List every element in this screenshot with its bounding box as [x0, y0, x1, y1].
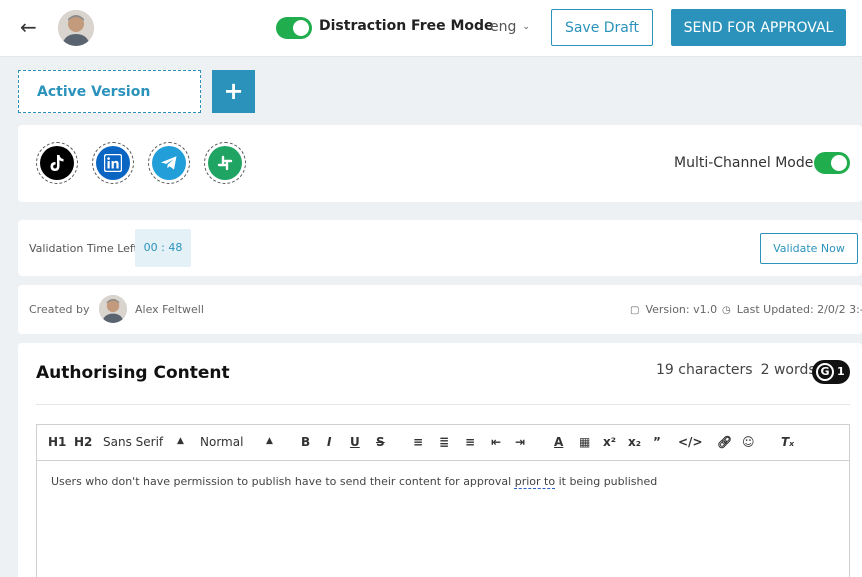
last-updated-text: Last Updated: 2/0/2 3:- — [736, 303, 862, 316]
language-value: eng — [490, 19, 517, 35]
indent-icon[interactable]: ⇥ — [515, 435, 525, 449]
font-family-value: Sans Serif — [103, 435, 164, 449]
word-count: 2 words — [760, 362, 816, 378]
align-left-icon[interactable]: ≡ — [413, 435, 423, 449]
superscript-icon[interactable]: x² — [603, 435, 616, 449]
editor-toolbar: H1 H2 Sans Serif ▲︎ Normal ▲︎ B I U S ≡ ≣ … — [37, 425, 849, 461]
channel-tiktok[interactable] — [36, 142, 78, 184]
emoji-icon[interactable]: ☺ — [742, 435, 755, 449]
clear-format-icon[interactable]: Tₓ — [781, 435, 794, 449]
tiktok-icon — [40, 146, 74, 180]
active-version-tab[interactable]: Active Version — [18, 70, 201, 113]
editor-content[interactable]: Users who don't have permission to publi… — [51, 475, 657, 488]
select-arrows-icon: ▲︎ — [177, 436, 184, 446]
channel-linkedin[interactable] — [92, 142, 134, 184]
character-count: 19 characters — [656, 362, 753, 378]
version-info: ▢ Version: v1.0 — [630, 303, 717, 316]
divider — [36, 404, 850, 405]
font-family-select[interactable]: Sans Serif ▲︎ — [103, 435, 187, 449]
blockquote-icon[interactable]: ” — [653, 435, 661, 449]
select-arrows-icon: ▲︎ — [266, 436, 273, 446]
italic-icon[interactable]: I — [327, 435, 331, 449]
author-avatar — [99, 295, 127, 323]
validation-card: Validation Time Left 00 : 48 Validate No… — [18, 220, 862, 276]
clock-icon: ◷ — [722, 305, 731, 316]
add-version-button[interactable]: + — [212, 70, 255, 113]
editor-text-end: it being published — [555, 475, 658, 488]
version-text: Version: v1.0 — [645, 303, 718, 316]
back-arrow-icon[interactable]: ← — [20, 16, 42, 38]
author-name: Alex Feltwell — [135, 303, 204, 316]
version-icon: ▢ — [630, 305, 640, 316]
font-size-select[interactable]: Normal ▲︎ — [200, 435, 276, 449]
chevron-down-icon: ⌄ — [522, 22, 530, 32]
flagged-phrase[interactable]: prior to — [515, 475, 555, 488]
multi-channel-toggle[interactable] — [814, 152, 850, 174]
meta-card: Created by Alex Feltwell ▢ Version: v1.0 … — [18, 285, 862, 334]
channel-telegram[interactable] — [148, 142, 190, 184]
telegram-icon — [152, 146, 186, 180]
save-draft-button[interactable]: Save Draft — [551, 9, 653, 46]
outdent-icon[interactable]: ⇤ — [491, 435, 501, 449]
heading-1-button[interactable]: H1 — [48, 435, 66, 449]
highlight-icon[interactable]: ▦ — [579, 435, 590, 449]
user-avatar[interactable] — [58, 10, 94, 46]
content-card: Authorising Content 19 characters 2 words… — [18, 343, 862, 577]
editor-text-start: Users who don't have permission to publi… — [51, 475, 515, 488]
language-selector[interactable]: eng ⌄ — [490, 19, 530, 35]
grammar-count: 1 — [837, 365, 845, 378]
grammar-badge[interactable]: G 1 — [812, 360, 850, 384]
text-color-icon[interactable]: A — [554, 435, 563, 449]
rich-text-editor[interactable]: H1 H2 Sans Serif ▲︎ Normal ▲︎ B I U S ≡ ≣ … — [36, 424, 850, 577]
ordered-list-icon[interactable]: ≣ — [439, 435, 449, 449]
subscript-icon[interactable]: x₂ — [628, 435, 641, 449]
code-icon[interactable]: </> — [678, 435, 703, 449]
bullet-list-icon[interactable]: ≡ — [465, 435, 475, 449]
linkedin-icon — [96, 146, 130, 180]
font-size-value: Normal — [200, 435, 244, 449]
heading-2-button[interactable]: H2 — [74, 435, 92, 449]
last-updated-info: ◷ Last Updated: 2/0/2 3:- — [722, 303, 862, 316]
content-title: Authorising Content — [36, 363, 230, 383]
distraction-free-toggle[interactable] — [276, 17, 312, 39]
validation-timer: 00 : 48 — [135, 229, 191, 267]
content-counts: 19 characters 2 words — [656, 362, 816, 378]
bold-icon[interactable]: B — [301, 435, 310, 449]
slack-icon — [208, 146, 242, 180]
grammarly-icon: G — [816, 363, 834, 381]
multi-channel-label: Multi-Channel Mode — [674, 155, 814, 171]
underline-icon[interactable]: U — [350, 435, 360, 449]
validate-now-button[interactable]: Validate Now — [760, 233, 858, 264]
created-by-label: Created by — [29, 303, 90, 316]
distraction-free-label: Distraction Free Mode — [319, 18, 494, 34]
channel-slack[interactable] — [204, 142, 246, 184]
send-for-approval-button[interactable]: SEND FOR APPROVAL — [671, 9, 846, 46]
channels-card: Multi-Channel Mode — [18, 125, 862, 202]
validation-time-label: Validation Time Left — [29, 242, 138, 255]
link-icon[interactable]: 🔗︎ — [717, 435, 732, 449]
top-bar: ← Distraction Free Mode eng ⌄ Save Draft … — [0, 0, 862, 57]
strikethrough-icon[interactable]: S — [376, 435, 385, 449]
